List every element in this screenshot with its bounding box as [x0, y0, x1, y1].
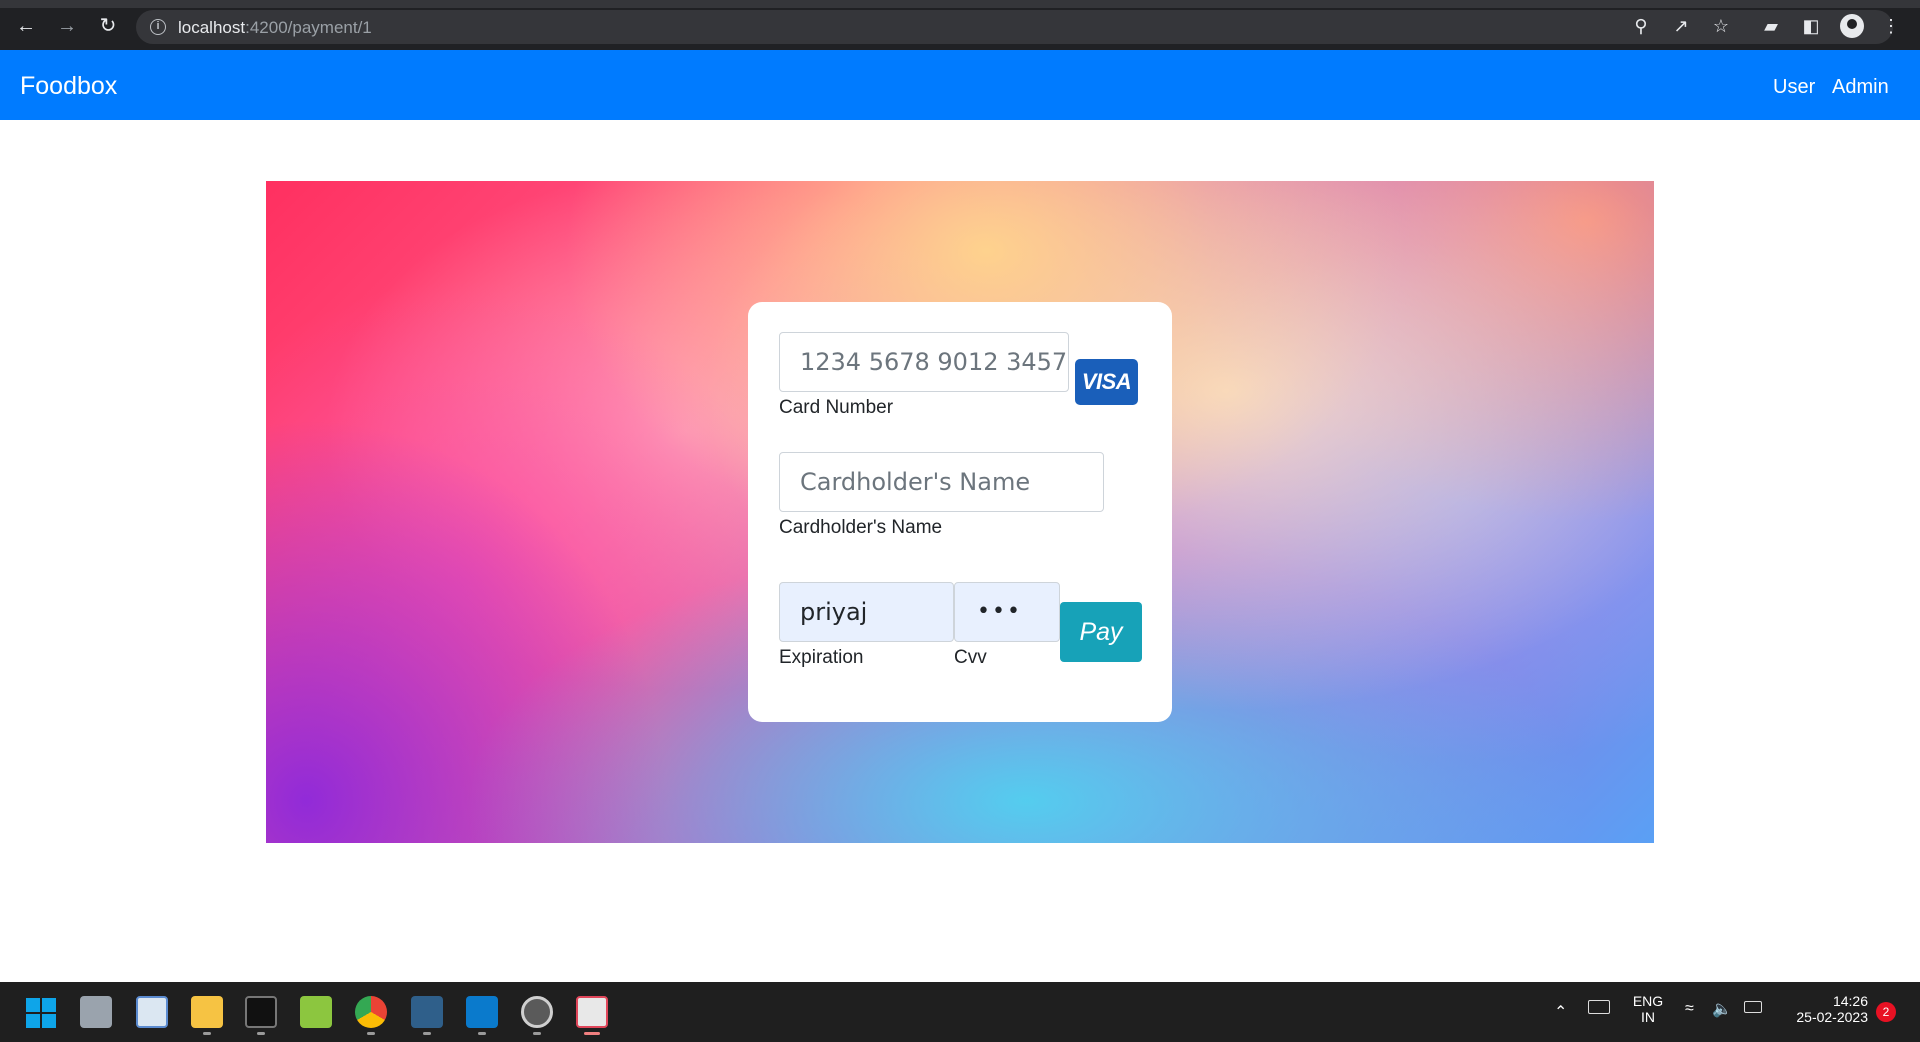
language-indicator[interactable]: ENG IN — [1630, 993, 1666, 1025]
share-icon[interactable]: ↗ — [1670, 15, 1692, 37]
cardholder-name-input[interactable]: Cardholder's Name — [779, 452, 1104, 512]
nav-link-admin[interactable]: Admin — [1832, 76, 1889, 99]
running-indicator — [367, 1032, 375, 1035]
region-code: IN — [1641, 1009, 1655, 1025]
extensions-icon[interactable]: ▰ — [1760, 15, 1782, 37]
url-host: localhost — [178, 18, 246, 37]
expiration-input[interactable]: priyaj — [779, 582, 954, 642]
volume-icon[interactable]: 🔈 — [1712, 999, 1732, 1019]
tab-strip — [0, 0, 1920, 8]
running-indicator — [533, 1032, 541, 1035]
url-path: :4200/payment/1 — [245, 18, 372, 37]
task-view-icon[interactable] — [80, 996, 112, 1028]
terminal-icon[interactable] — [245, 996, 277, 1028]
chevron-up-icon[interactable]: ⌃ — [1554, 1002, 1567, 1022]
pay-button[interactable]: Pay — [1060, 602, 1142, 662]
cardholder-name-label: Cardholder's Name — [779, 517, 943, 538]
cvv-label: Cvv — [954, 647, 987, 668]
windows-taskbar: ⌃ ENG IN ≈ 🔈 14:26 25-02-2023 — [0, 982, 1920, 1042]
keyboard-icon[interactable] — [1588, 1000, 1610, 1014]
key-icon[interactable]: ⚲ — [1630, 15, 1652, 37]
settings-app-icon[interactable] — [521, 996, 553, 1028]
card-number-label: Card Number — [779, 397, 894, 418]
monitor-app-icon[interactable] — [136, 996, 168, 1028]
star-icon[interactable]: ☆ — [1710, 15, 1732, 37]
notepad-plus-icon[interactable] — [300, 996, 332, 1028]
running-indicator — [478, 1032, 486, 1035]
file-explorer-icon[interactable] — [191, 996, 223, 1028]
profile-icon[interactable] — [1840, 14, 1864, 38]
side-panel-icon[interactable]: ◧ — [1800, 15, 1822, 37]
card-number-input[interactable]: 1234 5678 9012 3457 — [779, 332, 1069, 392]
back-icon[interactable]: ← — [14, 14, 38, 38]
menu-icon[interactable]: ⋮ — [1880, 15, 1902, 37]
vscode-icon[interactable] — [466, 996, 498, 1028]
start-icon[interactable] — [26, 998, 56, 1028]
running-indicator — [423, 1032, 431, 1035]
running-indicator — [257, 1032, 265, 1035]
running-indicator — [203, 1032, 211, 1035]
clock-date: 25-02-2023 — [1796, 1009, 1868, 1025]
browser-toolbar: ← → ↻ i localhost:4200/payment/1 ⚲ ↗ ☆ ▰… — [0, 0, 1920, 50]
info-icon[interactable]: i — [150, 19, 166, 35]
nav-link-user[interactable]: User — [1773, 76, 1815, 99]
reload-icon[interactable]: ↻ — [96, 14, 120, 38]
active-indicator — [584, 1032, 600, 1035]
brand-link[interactable]: Foodbox — [20, 72, 117, 101]
snipping-tool-icon[interactable] — [576, 996, 608, 1028]
language-code: ENG — [1632, 993, 1664, 1009]
notification-badge[interactable]: 2 — [1876, 1002, 1896, 1022]
mysql-workbench-icon[interactable] — [411, 996, 443, 1028]
app-navbar: Foodbox User Admin — [0, 50, 1920, 120]
cvv-input[interactable]: ••• — [954, 582, 1060, 642]
wifi-icon[interactable]: ≈ — [1685, 1000, 1694, 1018]
forward-icon[interactable]: → — [55, 14, 79, 38]
battery-icon[interactable] — [1744, 1001, 1762, 1013]
visa-icon: VISA — [1075, 359, 1138, 405]
chrome-icon[interactable] — [355, 996, 387, 1028]
expiration-label: Expiration — [779, 647, 864, 668]
clock-time: 14:26 — [1832, 993, 1868, 1009]
clock[interactable]: 14:26 25-02-2023 — [1778, 993, 1868, 1025]
url-text[interactable]: localhost:4200/payment/1 — [178, 18, 372, 38]
